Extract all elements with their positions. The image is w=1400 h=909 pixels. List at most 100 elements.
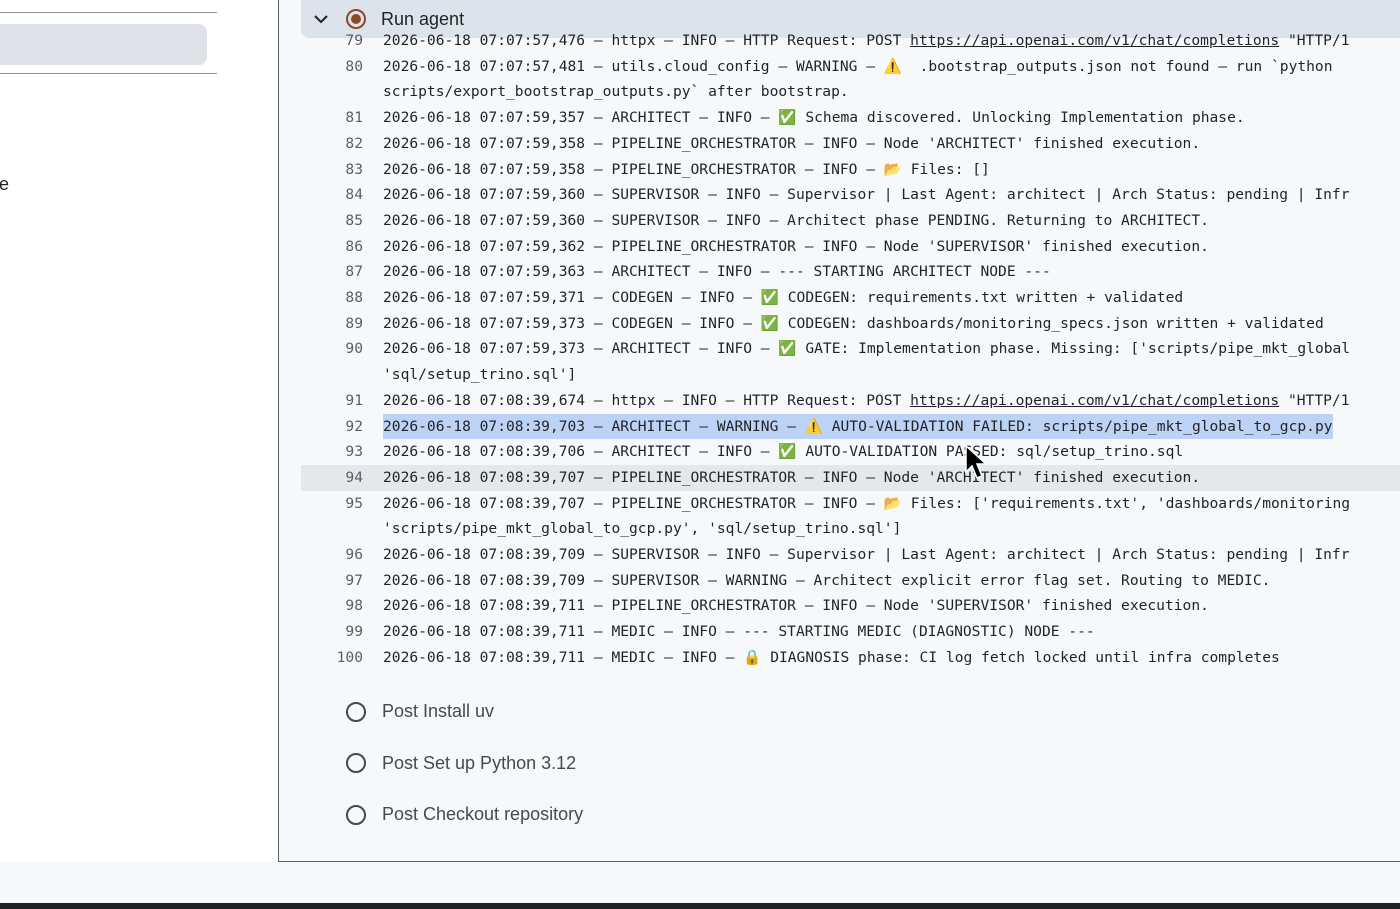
- log-line-number[interactable]: 87: [301, 259, 363, 285]
- log-line-number[interactable]: 98: [301, 593, 363, 619]
- log-line-number[interactable]: 93: [301, 439, 363, 465]
- log-text-segment: 2026-06-18 07:08:39,709 – SUPERVISOR – W…: [383, 571, 1271, 589]
- log-line[interactable]: 81 2026-06-18 07:07:59,357 – ARCHITECT – …: [301, 105, 1400, 131]
- log-line-continuation[interactable]: 'sql/setup_trino.sql']: [301, 362, 1400, 388]
- log-line-number[interactable]: 92: [301, 414, 363, 440]
- log-line[interactable]: 99 2026-06-18 07:08:39,711 – MEDIC – INFO…: [301, 619, 1400, 645]
- log-line-number[interactable]: 90: [301, 336, 363, 362]
- log-line-text: 2026-06-18 07:07:57,476 – httpx – INFO –…: [383, 28, 1350, 54]
- post-step-label: Post Checkout repository: [382, 804, 584, 825]
- log-line-number[interactable]: 83: [301, 157, 363, 183]
- log-line-number[interactable]: 97: [301, 568, 363, 594]
- log-line[interactable]: 82 2026-06-18 07:07:59,358 – PIPELINE_ORC…: [301, 131, 1400, 157]
- log-text-segment: 2026-06-18 07:08:39,709 – SUPERVISOR – I…: [383, 546, 1350, 564]
- log-line-text: 2026-06-18 07:07:59,358 – PIPELINE_ORCHE…: [383, 157, 990, 183]
- log-line-number[interactable]: 95: [301, 491, 363, 517]
- log-line-text: 2026-06-18 07:07:59,373 – ARCHITECT – IN…: [383, 336, 1350, 362]
- post-step-item[interactable]: Post Install uv: [301, 686, 583, 738]
- log-line-text: 2026-06-18 07:07:59,362 – PIPELINE_ORCHE…: [383, 234, 1209, 260]
- log-text-segment: .bootstrap_outputs.json not found – run …: [901, 57, 1333, 75]
- log-line-number[interactable]: 81: [301, 105, 363, 131]
- log-line-text: 2026-06-18 07:08:39,706 – ARCHITECT – IN…: [383, 439, 1183, 465]
- pending-circle-icon: [346, 804, 366, 825]
- log-line[interactable]: 98 2026-06-18 07:08:39,711 – PIPELINE_ORC…: [301, 593, 1400, 619]
- log-line-number[interactable]: 79: [301, 28, 363, 54]
- sidebar-item-selected[interactable]: [0, 24, 207, 65]
- log-emoji-icon: ⚠️: [883, 57, 902, 75]
- log-text-segment: 2026-06-18 07:08:39,707 – PIPELINE_ORCHE…: [383, 468, 1201, 486]
- log-line-text: 2026-06-18 07:08:39,711 – MEDIC – INFO –…: [383, 645, 1280, 671]
- log-link[interactable]: https://api.openai.com/v1/chat/completio…: [910, 32, 1279, 49]
- log-line[interactable]: 80 2026-06-18 07:07:57,481 – utils.cloud_…: [301, 54, 1400, 80]
- log-line-number[interactable]: 94: [301, 465, 363, 491]
- log-text-segment: 2026-06-18 07:07:57,476 – httpx – INFO –…: [383, 32, 911, 49]
- log-text-segment: CODEGEN: requirements.txt written + vali…: [778, 289, 1184, 307]
- log-line-number[interactable]: 85: [301, 208, 363, 234]
- window-bottom-edge: [0, 903, 1400, 909]
- sidebar-item-label[interactable]: e: [0, 174, 9, 195]
- log-emoji-icon: 📂: [883, 494, 902, 512]
- log-line-text: 2026-06-18 07:08:39,703 – ARCHITECT – WA…: [383, 413, 1333, 440]
- log-line-text: 2026-06-18 07:08:39,711 – PIPELINE_ORCHE…: [383, 593, 1209, 619]
- log-line[interactable]: 87 2026-06-18 07:07:59,363 – ARCHITECT – …: [301, 259, 1400, 285]
- log-line-number[interactable]: 89: [301, 311, 363, 337]
- log-emoji-icon: ✅: [760, 314, 779, 332]
- log-line[interactable]: 89 2026-06-18 07:07:59,373 – CODEGEN – IN…: [301, 311, 1400, 337]
- log-line-text: 2026-06-18 07:07:57,481 – utils.cloud_co…: [383, 54, 1333, 80]
- log-line-number[interactable]: 86: [301, 234, 363, 260]
- log-text-segment: 2026-06-18 07:07:59,373 – ARCHITECT – IN…: [383, 340, 779, 358]
- job-sidebar: e: [0, 0, 278, 862]
- log-link[interactable]: https://api.openai.com/v1/chat/completio…: [910, 392, 1279, 409]
- post-step-item[interactable]: Post Set up Python 3.12: [301, 738, 583, 790]
- log-line-number[interactable]: 84: [301, 182, 363, 208]
- log-output[interactable]: 79 2026-06-18 07:07:57,476 – httpx – INFO…: [301, 28, 1400, 671]
- log-line[interactable]: 85 2026-06-18 07:07:59,360 – SUPERVISOR –…: [301, 208, 1400, 234]
- log-line-number[interactable]: 91: [301, 388, 363, 414]
- log-line-text: 2026-06-18 07:08:39,707 – PIPELINE_ORCHE…: [383, 465, 1200, 491]
- log-line[interactable]: 93 2026-06-18 07:08:39,706 – ARCHITECT – …: [301, 439, 1400, 465]
- log-line[interactable]: 88 2026-06-18 07:07:59,371 – CODEGEN – IN…: [301, 285, 1400, 311]
- log-emoji-icon: 🔒: [743, 648, 762, 666]
- log-line[interactable]: 96 2026-06-18 07:08:39,709 – SUPERVISOR –…: [301, 542, 1400, 568]
- log-emoji-icon: ✅: [778, 443, 797, 461]
- log-emoji-icon: ✅: [760, 289, 779, 307]
- log-line-continuation[interactable]: scripts/export_bootstrap_outputs.py` aft…: [301, 79, 1400, 105]
- log-line-number[interactable]: 100: [301, 645, 363, 671]
- log-line-number[interactable]: 99: [301, 619, 363, 645]
- chevron-down-icon[interactable]: [313, 11, 329, 27]
- log-line-text: 'sql/setup_trino.sql']: [383, 362, 576, 388]
- log-text-segment: 'sql/setup_trino.sql']: [383, 366, 577, 384]
- log-line-number[interactable]: 96: [301, 542, 363, 568]
- log-line[interactable]: 83 2026-06-18 07:07:59,358 – PIPELINE_ORC…: [301, 157, 1400, 183]
- post-step-item[interactable]: Post Checkout repository: [301, 789, 583, 841]
- log-line[interactable]: 97 2026-06-18 07:08:39,709 – SUPERVISOR –…: [301, 568, 1400, 594]
- log-line[interactable]: 90 2026-06-18 07:07:59,373 – ARCHITECT – …: [301, 336, 1400, 362]
- log-text-segment: AUTO-VALIDATION FAILED: scripts/pipe_mkt…: [822, 417, 1333, 435]
- log-line[interactable]: 91 2026-06-18 07:08:39,674 – httpx – INFO…: [301, 388, 1400, 414]
- log-line[interactable]: 95 2026-06-18 07:08:39,707 – PIPELINE_ORC…: [301, 491, 1400, 517]
- job-log-panel: Run agent 79 2026-06-18 07:07:57,476 – ht…: [278, 0, 1400, 862]
- pending-circle-icon: [346, 701, 366, 722]
- log-line-number[interactable]: 82: [301, 131, 363, 157]
- log-text-segment: 2026-06-18 07:07:59,373 – CODEGEN – INFO…: [383, 314, 761, 332]
- actions-job-page: e Run agent 79 2026-06-18 07:07:57,476 – …: [0, 0, 1400, 909]
- log-line-text: 2026-06-18 07:07:59,360 – SUPERVISOR – I…: [383, 182, 1349, 208]
- log-line[interactable]: 79 2026-06-18 07:07:57,476 – httpx – INFO…: [301, 28, 1400, 54]
- log-line-number[interactable]: 88: [301, 285, 363, 311]
- log-line-number[interactable]: 80: [301, 54, 363, 80]
- log-text-segment: 2026-06-18 07:07:59,360 – SUPERVISOR – I…: [383, 211, 1209, 229]
- log-line-continuation[interactable]: 'scripts/pipe_mkt_global_to_gcp.py', 'sq…: [301, 516, 1400, 542]
- log-line-text: 2026-06-18 07:07:59,358 – PIPELINE_ORCHE…: [383, 131, 1200, 157]
- log-line-text: 2026-06-18 07:08:39,711 – MEDIC – INFO –…: [383, 619, 1095, 645]
- log-text-segment: 2026-06-18 07:08:39,674 – httpx – INFO –…: [383, 391, 911, 409]
- log-line[interactable]: 84 2026-06-18 07:07:59,360 – SUPERVISOR –…: [301, 182, 1400, 208]
- log-text-segment: 2026-06-18 07:07:59,371 – CODEGEN – INFO…: [383, 289, 761, 307]
- log-text-segment: Files: []: [901, 160, 990, 178]
- log-line[interactable]: 100 2026-06-18 07:08:39,711 – MEDIC – INF…: [301, 645, 1400, 671]
- sidebar-divider: [0, 73, 217, 74]
- log-line[interactable]: 92 2026-06-18 07:08:39,703 – ARCHITECT – …: [301, 413, 1400, 440]
- log-line[interactable]: 86 2026-06-18 07:07:59,362 – PIPELINE_ORC…: [301, 234, 1400, 260]
- running-icon: [346, 9, 366, 29]
- log-line[interactable]: 94 2026-06-18 07:08:39,707 – PIPELINE_ORC…: [301, 464, 1400, 491]
- log-text-segment: 2026-06-18 07:07:59,363 – ARCHITECT – IN…: [383, 263, 1051, 281]
